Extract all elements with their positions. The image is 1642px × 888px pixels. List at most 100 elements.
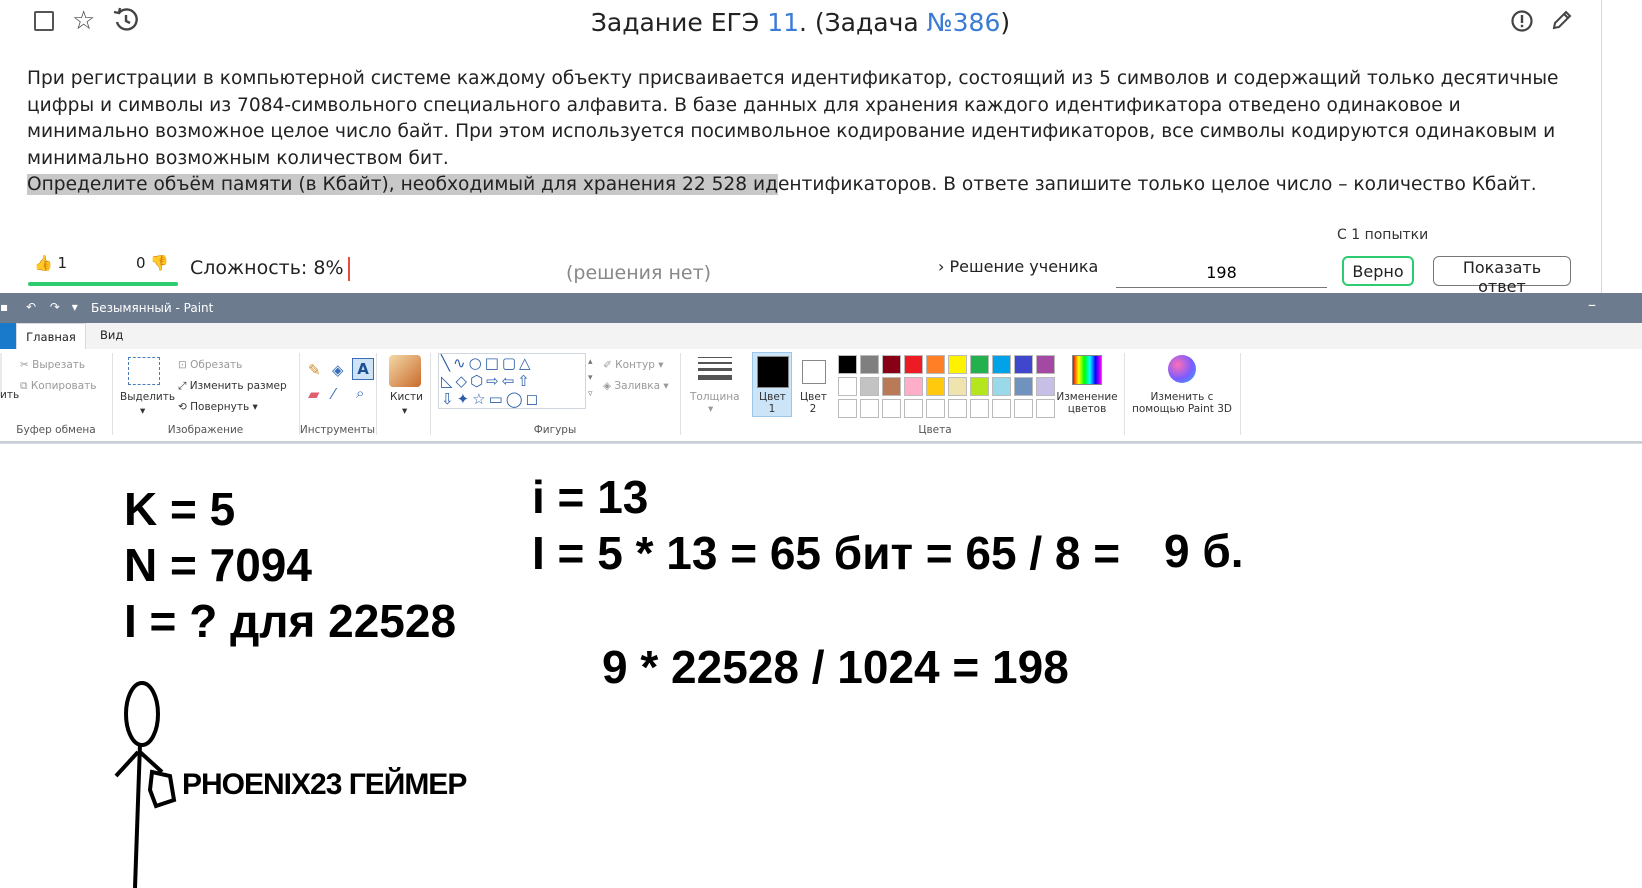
palette-color-swatch[interactable]: [970, 355, 989, 374]
palette-color-swatch[interactable]: [882, 355, 901, 374]
palette-color-swatch[interactable]: [926, 355, 945, 374]
palette-color-swatch[interactable]: [948, 377, 967, 396]
chevron-down-icon[interactable]: ▾: [402, 405, 407, 417]
custom-color-slot[interactable]: [970, 399, 989, 418]
palette-color-swatch[interactable]: [838, 377, 857, 396]
edit-colors-button[interactable]: Изменение цветов: [1056, 391, 1118, 415]
redo-icon[interactable]: ↷: [50, 300, 60, 314]
shapes-gallery[interactable]: ╲∿○□▢△ ◺◇⬡⇨⇦⇧ ⇩✦☆▭◯◻: [438, 353, 586, 409]
outline-button[interactable]: ✐ Контур ▾: [603, 359, 664, 371]
palette-color-swatch[interactable]: [948, 355, 967, 374]
palette-color-swatch[interactable]: [882, 377, 901, 396]
custom-color-slot[interactable]: [948, 399, 967, 418]
like-button[interactable]: 👍 1: [34, 254, 67, 272]
fill-button[interactable]: ◈ Заливка ▾: [603, 380, 669, 392]
chevron-down-icon[interactable]: ▾: [708, 403, 713, 415]
thickness-button[interactable]: Толщина: [690, 391, 740, 403]
file-tab[interactable]: [0, 323, 16, 349]
custom-color-slot[interactable]: [860, 399, 879, 418]
magnifier-icon[interactable]: ⌕: [356, 384, 364, 402]
outline-label: Контур: [615, 359, 655, 371]
color2-swatch[interactable]: [802, 360, 826, 384]
save-icon[interactable]: ▪: [0, 300, 8, 314]
custom-color-slot[interactable]: [882, 399, 901, 418]
title-mid: . (Задача: [799, 8, 927, 37]
custom-color-slot[interactable]: [992, 399, 1011, 418]
palette-color-swatch[interactable]: [904, 355, 923, 374]
minimize-button[interactable]: –: [1588, 295, 1596, 314]
thumbs-up-icon: 👍: [34, 254, 53, 272]
palette-color-swatch[interactable]: [992, 377, 1011, 396]
answer-input[interactable]: [1116, 257, 1327, 288]
undo-icon[interactable]: ↶: [26, 300, 36, 314]
canvas-border: [0, 441, 1642, 443]
scroll-up-icon[interactable]: ▴: [588, 357, 593, 367]
color1-label: Цвет 1: [759, 391, 786, 415]
stick-figure-drawing: [114, 681, 177, 888]
fill-label: Заливка: [614, 380, 661, 392]
eraser-icon[interactable]: ▰: [308, 385, 320, 403]
paint3d-button[interactable]: Изменить с помощью Paint 3D: [1130, 391, 1234, 415]
exam-number-link[interactable]: 11: [767, 8, 799, 37]
paste-label[interactable]: ить: [0, 389, 19, 401]
divider: [1124, 353, 1125, 435]
show-answer-button[interactable]: Показать ответ: [1433, 256, 1571, 296]
custom-color-slot[interactable]: [1014, 399, 1033, 418]
line-i-question: I = ? для 22528: [124, 595, 457, 647]
line-calc: I = 5 * 13 = 65 бит = 65 / 8 =: [532, 527, 1121, 579]
text-tool-icon[interactable]: A: [352, 358, 374, 380]
tab-view[interactable]: Вид: [100, 328, 123, 342]
color1-swatch: [757, 356, 789, 388]
palette-color-swatch[interactable]: [970, 377, 989, 396]
task-paragraph: При регистрации в компьютерной системе к…: [27, 68, 1559, 169]
palette-color-swatch[interactable]: [926, 377, 945, 396]
custom-color-slot[interactable]: [1036, 399, 1055, 418]
expand-icon[interactable]: ▿: [588, 389, 593, 399]
custom-color-slot[interactable]: [904, 399, 923, 418]
customize-chevron-icon[interactable]: ▾: [72, 300, 78, 314]
clipboard-group-label: Буфер обмена: [16, 424, 96, 436]
copy-label: Копировать: [30, 380, 97, 392]
palette-color-swatch[interactable]: [1014, 355, 1033, 374]
custom-color-slot[interactable]: [926, 399, 945, 418]
rainbow-icon[interactable]: [1072, 355, 1102, 385]
tab-home[interactable]: Главная: [16, 323, 86, 349]
pencil-icon[interactable]: ✎: [308, 361, 321, 379]
palette-color-swatch[interactable]: [1014, 377, 1033, 396]
palette-color-swatch[interactable]: [860, 355, 879, 374]
report-icon[interactable]: [1510, 9, 1534, 33]
cut-button[interactable]: ✂ Вырезать: [20, 359, 85, 371]
select-icon[interactable]: [128, 357, 160, 385]
chevron-down-icon[interactable]: ▾: [140, 405, 145, 417]
fill-bucket-icon[interactable]: ◈: [332, 361, 344, 379]
brushes-button[interactable]: Кисти: [390, 391, 423, 403]
palette-color-swatch[interactable]: [904, 377, 923, 396]
question-rest: ентификаторов. В ответе запишите только …: [777, 174, 1537, 195]
scroll-down-icon[interactable]: ▾: [588, 373, 593, 383]
ribbon: ить ✂ Вырезать ⧉ Копировать Буфер обмена…: [0, 349, 1642, 444]
crop-button[interactable]: ⊡ Обрезать: [178, 359, 242, 371]
paint3d-icon[interactable]: [1168, 355, 1196, 383]
custom-color-slot[interactable]: [838, 399, 857, 418]
task-number-link[interactable]: №386: [927, 8, 1001, 37]
thickness-icon[interactable]: [698, 357, 732, 380]
correct-button[interactable]: Верно: [1342, 256, 1414, 286]
select-button[interactable]: Выделить: [120, 391, 175, 403]
selected-text: Определите объём памяти (в Кбайт), необх…: [27, 174, 778, 195]
palette-color-swatch[interactable]: [838, 355, 857, 374]
title-prefix: Задание ЕГЭ: [590, 8, 768, 37]
rotate-button[interactable]: ⟲ Повернуть ▾: [178, 401, 258, 413]
palette-color-swatch[interactable]: [1036, 377, 1055, 396]
student-solution-toggle[interactable]: › Решение ученика: [938, 257, 1098, 276]
resize-label: Изменить размер: [189, 380, 287, 392]
edit-icon[interactable]: [1550, 8, 1574, 32]
color-picker-icon[interactable]: ⁄: [332, 385, 335, 403]
palette-color-swatch[interactable]: [860, 377, 879, 396]
dislike-button[interactable]: 0 👎: [136, 254, 169, 272]
palette-color-swatch[interactable]: [1036, 355, 1055, 374]
color1-line2: 1: [768, 403, 776, 415]
resize-button[interactable]: ⤢ Изменить размер: [178, 380, 287, 393]
brush-icon[interactable]: [389, 355, 421, 387]
copy-button[interactable]: ⧉ Копировать: [20, 380, 96, 393]
palette-color-swatch[interactable]: [992, 355, 1011, 374]
